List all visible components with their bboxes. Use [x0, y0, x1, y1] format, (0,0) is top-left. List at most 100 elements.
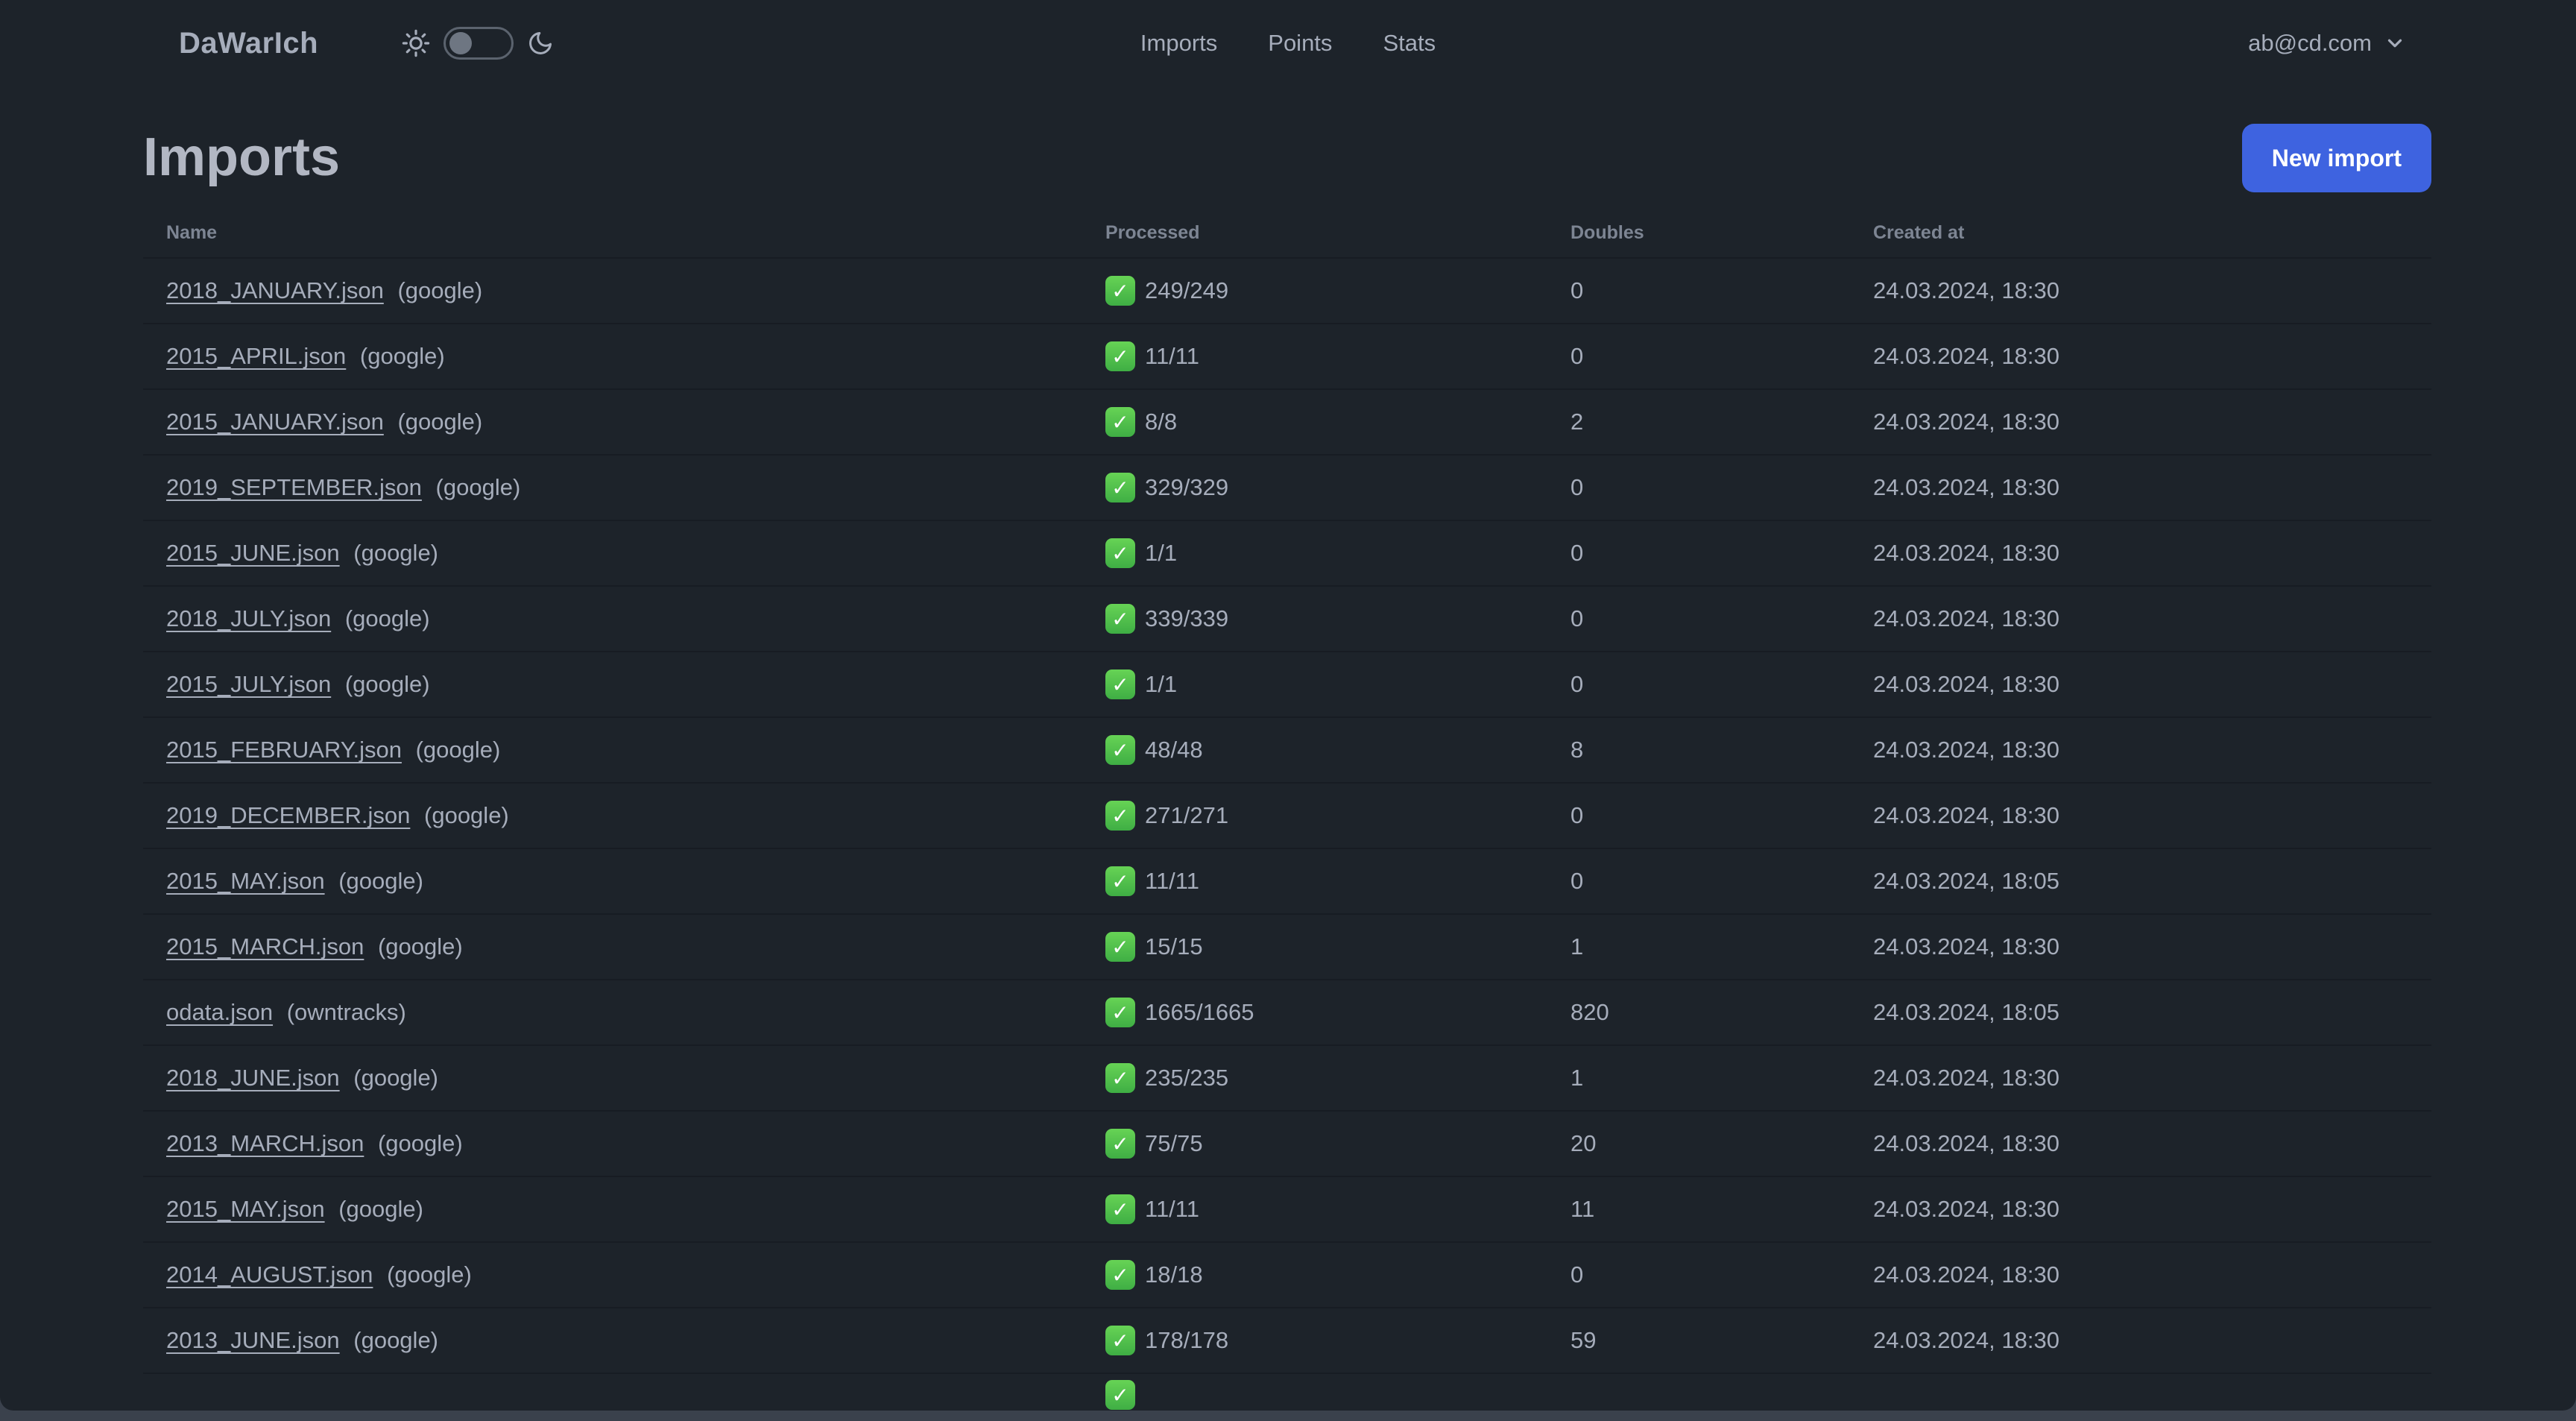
import-source-label: (google) — [397, 277, 483, 303]
navbar: DaWarIch Imports Points Stats ab@cd.com — [0, 0, 2576, 86]
success-check-icon: ✓ — [1105, 1380, 1135, 1410]
table-row: 2015_JANUARY.json (google) ✓ 8/8 2 24.03… — [143, 388, 2431, 455]
import-source-label: (google) — [397, 409, 483, 435]
import-source-label: (google) — [353, 1327, 439, 1353]
processed-cell: ✓ 178/178 — [1082, 1307, 1547, 1373]
import-file-link[interactable]: 2015_MARCH.json — [166, 933, 364, 960]
user-menu[interactable]: ab@cd.com — [2248, 30, 2406, 57]
table-row: 2019_SEPTEMBER.json (google) ✓ 329/329 0… — [143, 454, 2431, 520]
import-file-link[interactable]: 2015_JANUARY.json — [166, 409, 384, 435]
import-file-link[interactable]: 2013_MARCH.json — [166, 1130, 364, 1156]
user-email: ab@cd.com — [2248, 30, 2372, 56]
table-row: 2015_JUNE.json (google) ✓ 1/1 0 24.03.20… — [143, 520, 2431, 586]
main-content: Imports New import Name Processed Double… — [0, 86, 2576, 1411]
import-source-label: (owntracks) — [286, 999, 406, 1025]
import-file-link[interactable]: 2019_SEPTEMBER.json — [166, 474, 422, 500]
doubles-cell: 1 — [1547, 913, 1850, 980]
sun-icon — [402, 29, 430, 57]
created-at-cell: 24.03.2024, 18:30 — [1850, 520, 2431, 586]
doubles-cell: 2 — [1547, 388, 1850, 455]
processed-cell: ✓ 75/75 — [1082, 1110, 1547, 1176]
import-file-link[interactable]: 2018_JANUARY.json — [166, 277, 384, 303]
doubles-cell: 8 — [1547, 716, 1850, 783]
import-source-label: (google) — [387, 1261, 472, 1288]
name-cell: 2015_JANUARY.json (google) — [143, 388, 1082, 455]
imports-table: Name Processed Doubles Created at 2018_J… — [143, 212, 2431, 1411]
processed-count: 15/15 — [1145, 933, 1203, 960]
processed-cell: ✓ — [1082, 1373, 1547, 1411]
doubles-cell: 20 — [1547, 1110, 1850, 1176]
processed-cell: ✓ 11/11 — [1082, 1176, 1547, 1242]
success-check-icon: ✓ — [1105, 1260, 1135, 1290]
import-file-link[interactable]: 2013_JUNE.json — [166, 1327, 340, 1353]
processed-count: 11/11 — [1145, 868, 1199, 894]
doubles-cell — [1547, 1373, 1850, 1411]
import-source-label: (google) — [415, 737, 501, 763]
name-cell: 2015_MARCH.json (google) — [143, 913, 1082, 980]
created-at-cell — [1850, 1373, 2431, 1411]
processed-count: 178/178 — [1145, 1327, 1229, 1353]
created-at-cell: 24.03.2024, 18:30 — [1850, 1176, 2431, 1242]
theme-toggle-switch[interactable] — [443, 27, 514, 60]
import-file-link[interactable]: 2015_JUNE.json — [166, 540, 340, 566]
import-source-label: (google) — [353, 540, 439, 566]
name-cell: 2019_DECEMBER.json (google) — [143, 782, 1082, 848]
name-cell: 2015_MAY.json (google) — [143, 848, 1082, 914]
import-file-link[interactable]: 2019_DECEMBER.json — [166, 802, 410, 828]
table-row: 2018_JANUARY.json (google) ✓ 249/249 0 2… — [143, 257, 2431, 324]
doubles-cell: 11 — [1547, 1176, 1850, 1242]
table-row: 2015_MAY.json (google) ✓ 11/11 0 24.03.2… — [143, 848, 2431, 914]
import-source-label: (google) — [353, 1065, 439, 1091]
processed-count: 11/11 — [1145, 1196, 1199, 1222]
nav-link-stats[interactable]: Stats — [1383, 30, 1436, 57]
import-file-link[interactable]: odata.json — [166, 999, 273, 1025]
import-file-link[interactable]: 2018_JUNE.json — [166, 1065, 340, 1091]
app-logo[interactable]: DaWarIch — [179, 27, 318, 60]
name-cell: 2013_JUNE.json (google) — [143, 1307, 1082, 1373]
processed-count: 249/249 — [1145, 277, 1229, 303]
table-row: 2013_MARCH.json (google) ✓ 75/75 20 24.0… — [143, 1110, 2431, 1176]
import-file-link[interactable]: 2015_FEBRUARY.json — [166, 737, 402, 763]
doubles-cell: 0 — [1547, 651, 1850, 717]
import-file-link[interactable]: 2018_JULY.json — [166, 605, 331, 631]
table-row: 2015_FEBRUARY.json (google) ✓ 48/48 8 24… — [143, 716, 2431, 783]
created-at-cell: 24.03.2024, 18:30 — [1850, 1241, 2431, 1308]
processed-count: 1/1 — [1145, 540, 1178, 566]
theme-toggle-group — [402, 27, 554, 60]
name-cell: 2015_JULY.json (google) — [143, 651, 1082, 717]
nav-link-points[interactable]: Points — [1268, 30, 1332, 57]
processed-cell: ✓ 1665/1665 — [1082, 979, 1547, 1045]
import-file-link[interactable]: 2015_APRIL.json — [166, 343, 346, 369]
table-row: 2015_JULY.json (google) ✓ 1/1 0 24.03.20… — [143, 651, 2431, 717]
processed-count: 235/235 — [1145, 1065, 1229, 1091]
column-header-doubles: Doubles — [1570, 222, 1644, 243]
import-file-link[interactable]: 2015_MAY.json — [166, 868, 325, 894]
toggle-knob — [449, 32, 473, 54]
doubles-cell: 0 — [1547, 1241, 1850, 1308]
processed-count: 329/329 — [1145, 474, 1229, 500]
success-check-icon: ✓ — [1105, 1194, 1135, 1224]
doubles-cell: 0 — [1547, 520, 1850, 586]
success-check-icon: ✓ — [1105, 1129, 1135, 1159]
created-at-cell: 24.03.2024, 18:30 — [1850, 1045, 2431, 1111]
doubles-cell: 820 — [1547, 979, 1850, 1045]
import-file-link[interactable]: 2014_AUGUST.json — [166, 1261, 373, 1288]
doubles-cell: 1 — [1547, 1045, 1850, 1111]
success-check-icon: ✓ — [1105, 1326, 1135, 1355]
import-file-link[interactable]: 2015_MAY.json — [166, 1196, 325, 1222]
name-cell: 2013_MARCH.json (google) — [143, 1110, 1082, 1176]
processed-cell: ✓ 271/271 — [1082, 782, 1547, 848]
table-row: 2015_MARCH.json (google) ✓ 15/15 1 24.03… — [143, 913, 2431, 980]
import-file-link[interactable]: 2015_JULY.json — [166, 671, 331, 697]
processed-count: 18/18 — [1145, 1261, 1203, 1288]
import-source-label: (google) — [377, 1130, 463, 1156]
new-import-button[interactable]: New import — [2241, 124, 2431, 192]
success-check-icon: ✓ — [1105, 932, 1135, 962]
created-at-cell: 24.03.2024, 18:30 — [1850, 782, 2431, 848]
created-at-cell: 24.03.2024, 18:30 — [1850, 388, 2431, 455]
doubles-cell: 59 — [1547, 1307, 1850, 1373]
created-at-cell: 24.03.2024, 18:30 — [1850, 716, 2431, 783]
created-at-cell: 24.03.2024, 18:05 — [1850, 848, 2431, 914]
nav-link-imports[interactable]: Imports — [1140, 30, 1217, 57]
table-row: 2015_APRIL.json (google) ✓ 11/11 0 24.03… — [143, 323, 2431, 389]
